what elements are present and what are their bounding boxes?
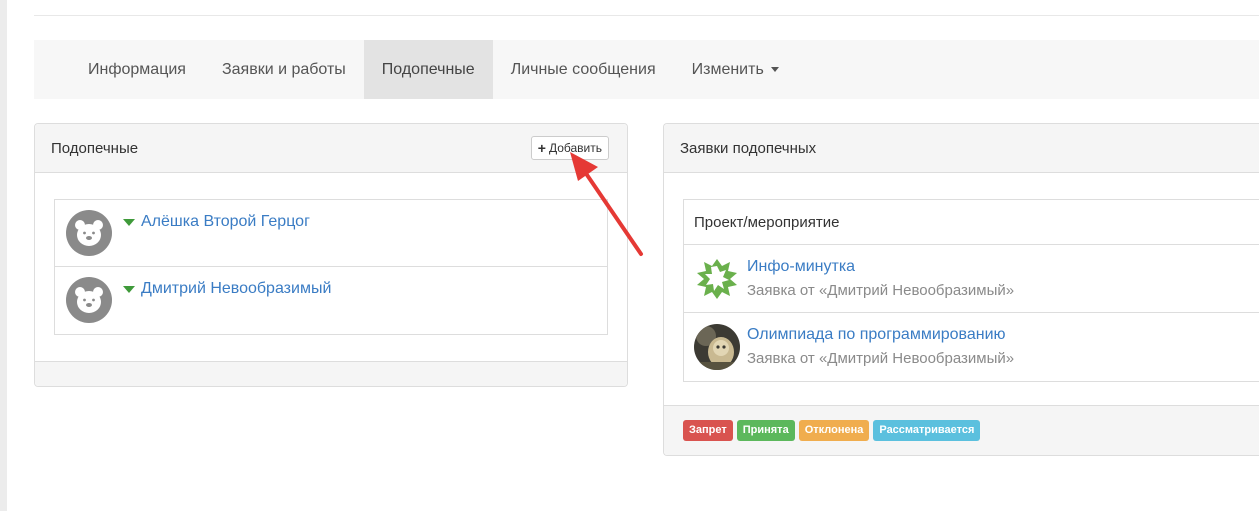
wards-panel-title: Подопечные — [51, 139, 139, 157]
tab-information-label: Информация — [88, 60, 186, 78]
tab-private-messages[interactable]: Личные сообщения — [493, 40, 674, 99]
wards-panel-footer — [35, 361, 627, 386]
tab-wards-label: Подопечные — [381, 60, 475, 78]
wards-panel-heading: Подопечные + Добавить — [35, 124, 627, 173]
tab-wards[interactable]: Подопечные — [363, 40, 493, 99]
ward-name: Дмитрий Невообразимый — [141, 280, 332, 297]
profile-nav: Информация Заявки и работы Подопечные Ли… — [34, 40, 1259, 99]
table-row: Инфо-минутка Заявка от «Дмитрий Невообра… — [684, 245, 1259, 313]
requests-panel-heading: Заявки подопечных — [664, 124, 1259, 173]
badge-banned: Запрет — [683, 420, 733, 441]
ward-requests-panel: Заявки подопечных Проект/мероприятие Инф… — [663, 123, 1259, 456]
ward-link[interactable]: Дмитрий Невообразимый — [123, 280, 331, 298]
left-rail — [0, 0, 7, 511]
tab-edit-label: Изменить — [691, 60, 764, 78]
photo-logo-icon[interactable] — [694, 324, 740, 370]
badge-accepted: Принята — [736, 420, 795, 441]
list-item: Дмитрий Невообразимый — [55, 267, 607, 334]
leaf-logo-icon[interactable] — [694, 256, 740, 302]
ward-link[interactable]: Алёшка Второй Герцог — [123, 213, 310, 231]
ward-list: Алёшка Второй Герцог Дмитрий Невообразим… — [54, 199, 608, 335]
project-title-link[interactable]: Инфо-минутка — [747, 258, 855, 276]
table-row: Олимпиада по программированию Заявка от … — [684, 313, 1259, 381]
tab-information[interactable]: Информация — [70, 40, 204, 99]
status-legend: Запрет Принята Отклонена Рассматривается — [664, 405, 1259, 455]
requests-table: Проект/мероприятие Инфо-минутка Заявка о… — [683, 199, 1259, 382]
bear-avatar-icon[interactable] — [66, 277, 112, 323]
badge-rejected: Отклонена — [798, 420, 870, 441]
top-divider — [34, 15, 1259, 16]
column-header-label: Проект/мероприятие — [694, 213, 840, 231]
ward-name: Алёшка Второй Герцог — [141, 213, 310, 230]
list-item: Алёшка Второй Герцог — [55, 200, 607, 267]
add-ward-button[interactable]: + Добавить — [530, 136, 609, 160]
bear-avatar-icon[interactable] — [66, 210, 112, 256]
add-ward-label: Добавить — [548, 141, 602, 155]
tab-messages-label: Личные сообщения — [510, 60, 656, 78]
badge-under-review: Рассматривается — [873, 420, 981, 441]
column-header: Проект/мероприятие — [684, 200, 1259, 245]
caret-down-icon — [770, 67, 779, 72]
requests-panel-title: Заявки подопечных — [680, 139, 817, 157]
wards-panel: Подопечные + Добавить Алёшка Второй Герц… — [34, 123, 628, 387]
request-from: Заявка от «Дмитрий Невообразимый» — [747, 350, 1015, 367]
tab-edit-dropdown[interactable]: Изменить — [674, 40, 797, 99]
tab-requests-and-works[interactable]: Заявки и работы — [204, 40, 364, 99]
request-from: Заявка от «Дмитрий Невообразимый» — [747, 282, 1015, 299]
triangle-down-icon — [123, 285, 135, 293]
tab-requests-label: Заявки и работы — [221, 60, 346, 78]
plus-icon: + — [537, 140, 546, 156]
triangle-down-icon — [123, 218, 135, 226]
project-title-link[interactable]: Олимпиада по программированию — [747, 326, 1006, 344]
